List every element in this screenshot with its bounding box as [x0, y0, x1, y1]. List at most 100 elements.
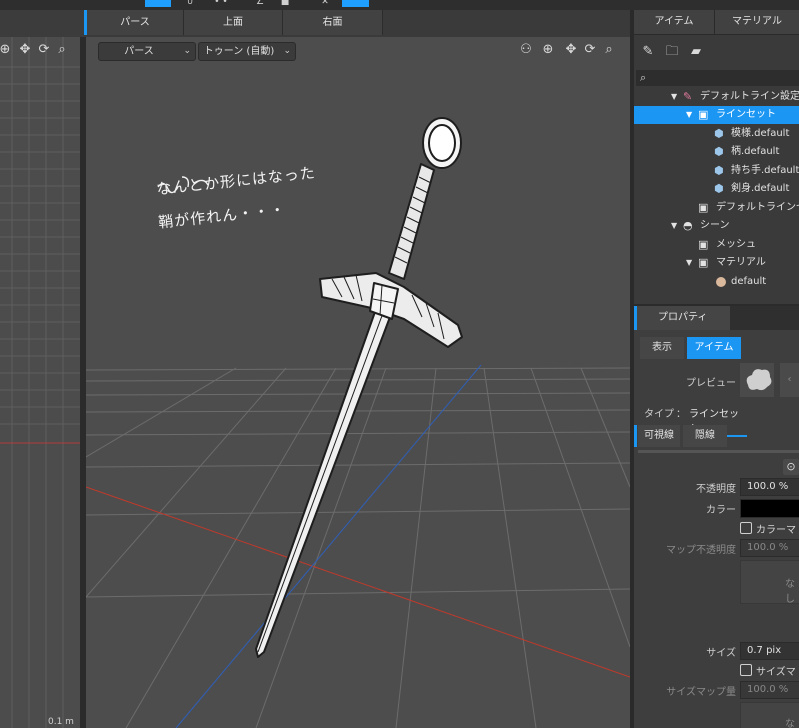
color-label: カラー	[706, 505, 736, 516]
toolbar-active-icon[interactable]	[145, 0, 171, 7]
move-icon[interactable]: ✥	[563, 42, 579, 58]
render-mode-value: トゥーン (自動)	[203, 46, 275, 57]
tree-item-label: メッシュ	[716, 239, 756, 250]
map-opacity-field[interactable]: 100.0 %	[740, 539, 799, 557]
camera-mode-value: パース	[124, 46, 154, 57]
cloud-preview-icon	[746, 369, 772, 391]
perspective-viewport[interactable]: なんとか形にはなった 鞘が作れん・・・ パース ⌄ トゥーン (自動) ⌄ ⚇ …	[86, 37, 630, 728]
side-viewport-grid	[0, 37, 80, 728]
size-map-amount-label: サイズマップ量	[666, 687, 736, 698]
rotate-icon[interactable]: ⟳	[36, 42, 52, 58]
move-icon[interactable]: ✥	[17, 42, 33, 58]
pen-add-icon[interactable]: ✎	[640, 44, 656, 60]
material-ball-icon	[716, 277, 726, 287]
tree-item-label: default	[731, 276, 767, 287]
zoom-icon[interactable]: ⌕	[601, 42, 617, 58]
type-separator: ：	[676, 409, 686, 420]
properties-title: プロパティ	[658, 312, 708, 323]
folder-icon: ▣	[698, 201, 709, 214]
expand-arrow-icon[interactable]: ▼	[686, 106, 692, 124]
camera-mode-dropdown[interactable]: パース ⌄	[98, 42, 196, 61]
gamepad-icon[interactable]: ⚇	[518, 42, 534, 58]
tab-perspective[interactable]: パース	[87, 10, 184, 35]
tree-item-label: デフォルトライン設定	[700, 91, 799, 102]
toolbar-active-icon-2[interactable]	[342, 0, 369, 7]
expand-arrow-icon[interactable]: ▼	[671, 88, 677, 106]
tab-top-view[interactable]: 上面	[184, 10, 283, 35]
properties-accent	[634, 306, 637, 330]
tab-item[interactable]: アイテム	[634, 10, 715, 34]
tab-hidden-line[interactable]: 隠線	[683, 425, 727, 447]
pan-target-icon[interactable]: ⊕	[0, 42, 13, 58]
expand-arrow-icon[interactable]: ▼	[686, 254, 692, 272]
tree-item-pattern[interactable]: ⬢ 模様.default	[634, 125, 799, 143]
subtab-accent	[634, 425, 637, 447]
tab-visible-line[interactable]: 可視線	[638, 425, 680, 447]
cube-icon: ⬢	[714, 182, 724, 195]
tree-item-grip[interactable]: ⬢ 持ち手.default	[634, 162, 799, 180]
type-label: タイプ	[644, 409, 674, 420]
expand-arrow-icon[interactable]: ▼	[671, 217, 677, 235]
tree-item-lineset[interactable]: ▼ ▣ ラインセット	[634, 106, 799, 124]
size-map-slot[interactable]: なし	[740, 702, 799, 728]
render-mode-dropdown[interactable]: トゥーン (自動) ⌄	[198, 42, 296, 61]
tree-item-hilt[interactable]: ⬢ 柄.default	[634, 143, 799, 161]
tree-item-label: マテリアル	[716, 257, 766, 268]
chevron-down-icon: ⌄	[283, 46, 291, 56]
pan-target-icon[interactable]: ⊕	[540, 42, 556, 58]
side-viewport[interactable]: ⊕ ✥ ⟳ ⌕ 0.1 m	[0, 37, 80, 728]
cube-icon: ⬢	[714, 164, 724, 177]
color-map-checkbox[interactable]	[740, 522, 752, 534]
cube-icon: ⬢	[714, 145, 724, 158]
tree-item-label: 柄.default	[731, 146, 780, 157]
toolbar-tool-icon[interactable]: ∪	[183, 0, 197, 8]
reset-icon[interactable]: ⊙	[783, 459, 799, 475]
size-map-amount-field[interactable]: 100.0 %	[740, 681, 799, 699]
opacity-field[interactable]: 100.0 %	[740, 478, 799, 496]
item-tree: ▼ ✎ デフォルトライン設定 ▼ ▣ ラインセット ⬢ 模様.default ⬢…	[634, 88, 799, 303]
color-map-slot[interactable]: なし	[740, 560, 799, 605]
divider	[634, 34, 799, 35]
rotate-icon[interactable]: ⟳	[582, 42, 598, 58]
tab-display[interactable]: 表示	[640, 337, 684, 359]
scale-label: 0.1 m	[48, 717, 74, 727]
tree-item-label: シーン	[700, 220, 730, 231]
tree-item-scene[interactable]: ▼ ◓ シーン	[634, 217, 799, 235]
size-map-none: なし	[785, 719, 795, 728]
folder-add-icon[interactable]: 🗀	[664, 44, 680, 60]
tree-search-input[interactable]: ⌕	[636, 70, 799, 86]
tree-item-material[interactable]: ▼ ▣ マテリアル	[634, 254, 799, 272]
right-panel: アイテム マテリアル ✎ 🗀 ▰ ⌕ ▼ ✎ デフォルトライン設定 ▼ ▣ ライ…	[634, 10, 799, 728]
toolbar-angle-icon[interactable]: ∠	[253, 0, 267, 8]
toolbar-square-icon[interactable]: ■	[278, 0, 292, 8]
tree-item-mesh[interactable]: ▣ メッシュ	[634, 236, 799, 254]
tree-item-default-lineset[interactable]: ▣ デフォルトラインセ	[634, 199, 799, 217]
tab-material[interactable]: マテリアル	[715, 10, 799, 34]
sword-model	[255, 117, 463, 658]
map-opacity-label: マップ不透明度	[666, 545, 736, 556]
mesh-folder-icon: ▣	[698, 238, 709, 251]
tab-right-view[interactable]: 右面	[283, 10, 383, 35]
properties-header-bg	[730, 306, 799, 330]
scroll-track[interactable]	[638, 450, 799, 453]
toolbar-dots-icon[interactable]: • •	[210, 0, 232, 8]
zoom-icon[interactable]: ⌕	[54, 42, 70, 58]
scene-canvas	[86, 117, 630, 728]
search-icon: ⌕	[640, 71, 647, 84]
cube-icon: ⬢	[714, 127, 724, 140]
tree-item-default-line-settings[interactable]: ▼ ✎ デフォルトライン設定	[634, 88, 799, 106]
tree-item-default-material[interactable]: default	[634, 273, 799, 291]
scene-icon: ◓	[683, 219, 693, 232]
preview-next-icon[interactable]: ‹	[780, 363, 799, 397]
toolbar-cross-icon[interactable]: ✕	[318, 0, 332, 8]
folder-icon[interactable]: ▰	[688, 44, 704, 60]
preview-label: プレビュー	[686, 378, 736, 389]
tree-item-blade[interactable]: ⬢ 剣身.default	[634, 180, 799, 198]
color-swatch[interactable]	[740, 499, 799, 518]
preview-thumbnail	[740, 363, 774, 397]
size-field[interactable]: 0.7 pix	[740, 642, 799, 660]
panel-spacer	[634, 295, 799, 303]
size-map-checkbox[interactable]	[740, 664, 752, 676]
material-folder-icon: ▣	[698, 256, 709, 269]
tab-item-properties[interactable]: アイテム	[687, 337, 741, 359]
